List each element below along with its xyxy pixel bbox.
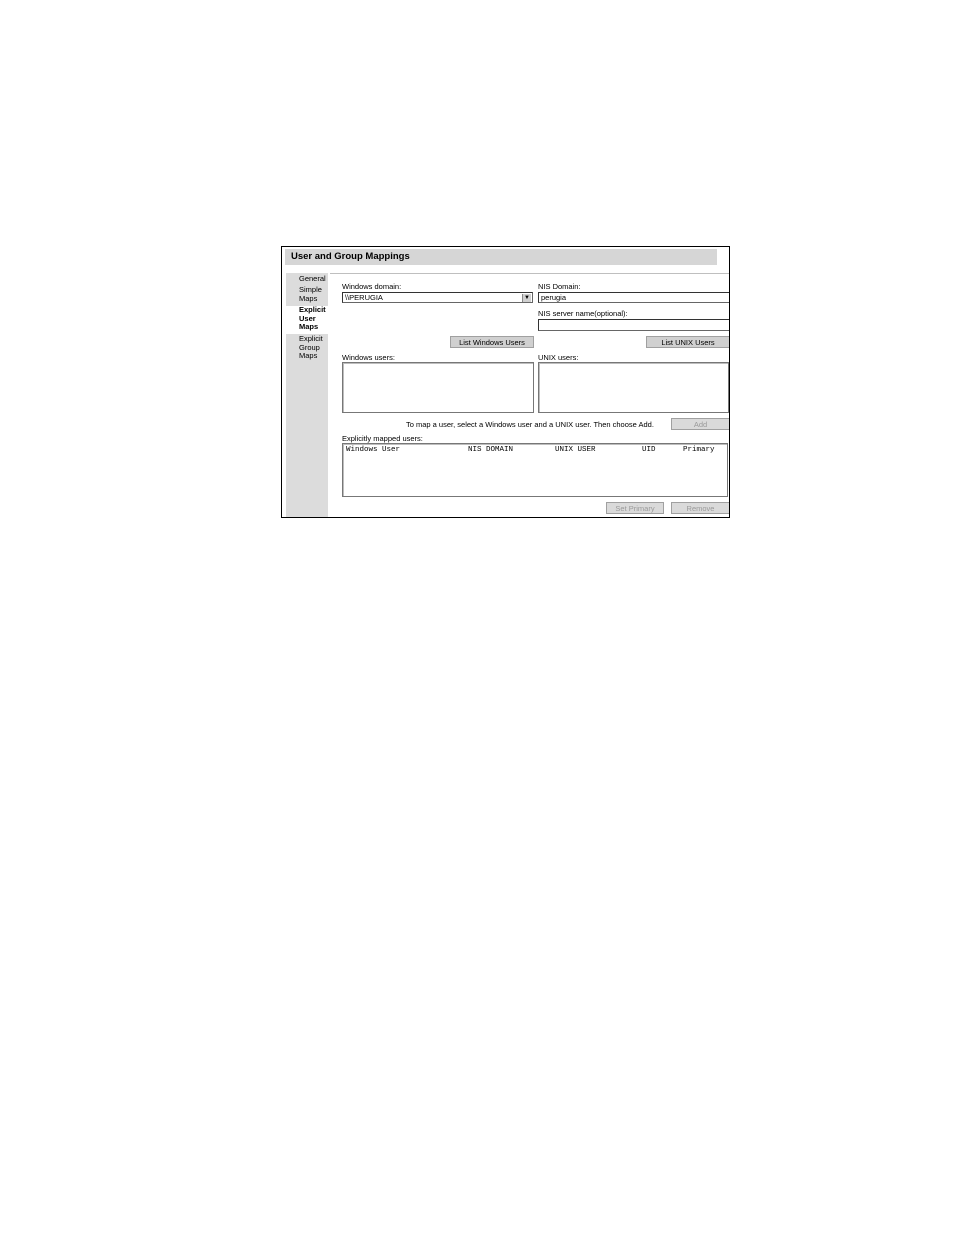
windows-users-list[interactable] (342, 362, 534, 413)
window-title: User and Group Mappings (285, 249, 717, 265)
sidebar: General Simple Maps Explicit User Maps E… (286, 273, 332, 517)
column-header-nis-domain: NIS DOMAIN (468, 446, 514, 454)
sidebar-item-explicit-group-maps[interactable]: Explicit Group Maps (286, 334, 324, 361)
mapped-users-label: Explicitly mapped users: (342, 434, 423, 443)
list-windows-users-button[interactable]: List Windows Users (450, 336, 534, 348)
sidebar-item-explicit-user-maps[interactable]: Explicit User Maps (286, 305, 332, 334)
instruction-text: To map a user, select a Windows user and… (406, 420, 654, 429)
nis-server-label: NIS server name(optional): (538, 309, 628, 318)
mappings-window: User and Group Mappings General Simple M… (281, 246, 730, 518)
windows-domain-select[interactable]: \\PERUGIA ▼ (342, 292, 533, 303)
unix-users-label: UNIX users: (538, 353, 579, 362)
mapped-users-list[interactable]: Windows User NIS DOMAIN UNIX USER UID Pr… (342, 443, 728, 497)
unix-users-list[interactable] (538, 362, 729, 413)
sidebar-item-general[interactable]: General (286, 274, 328, 284)
column-header-windows-user: Windows User (346, 446, 401, 454)
chevron-down-icon[interactable]: ▼ (522, 294, 531, 302)
nis-domain-label: NIS Domain: (538, 282, 581, 291)
column-header-primary: Primary (683, 446, 715, 454)
column-header-uid: UID (642, 446, 656, 454)
nis-domain-input[interactable]: perugia (538, 292, 729, 303)
sidebar-item-simple-maps[interactable]: Simple Maps (286, 285, 326, 303)
column-header-unix-user: UNIX USER (555, 446, 596, 454)
windows-domain-value: \\PERUGIA (345, 293, 383, 302)
remove-button[interactable]: Remove (671, 502, 729, 514)
windows-domain-label: Windows domain: (342, 282, 402, 291)
content-divider (330, 273, 729, 274)
add-button[interactable]: Add (671, 418, 729, 430)
nis-server-input[interactable] (538, 319, 729, 331)
set-primary-button[interactable]: Set Primary (606, 502, 664, 514)
list-unix-users-button[interactable]: List UNIX Users (646, 336, 729, 348)
windows-users-label: Windows users: (342, 353, 395, 362)
